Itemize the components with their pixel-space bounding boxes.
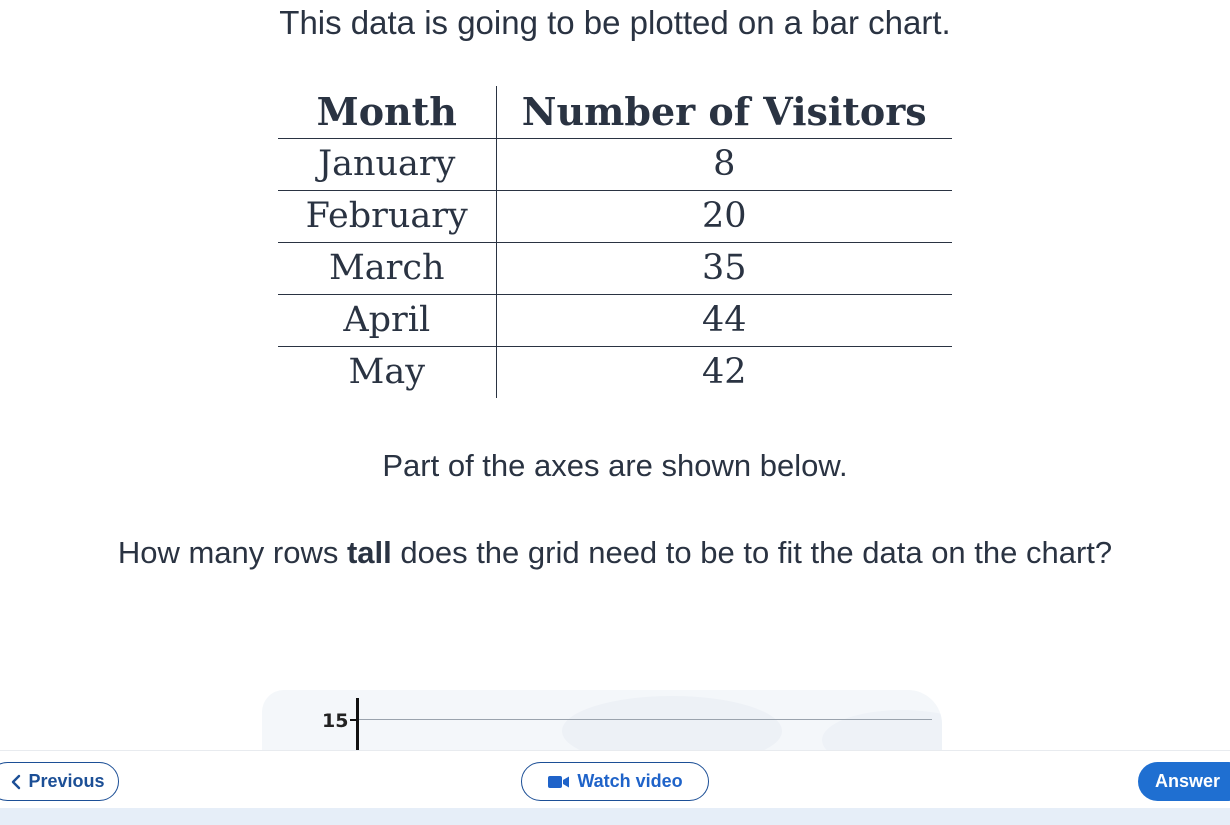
y-axis xyxy=(356,698,359,750)
month-cell: March xyxy=(278,242,497,295)
visitors-cell: 20 xyxy=(496,190,952,243)
table-row: February 20 xyxy=(278,190,952,243)
watch-video-button[interactable]: Watch video xyxy=(521,762,709,801)
video-camera-icon xyxy=(547,775,571,789)
y-axis-tick xyxy=(350,719,357,721)
previous-label: Previous xyxy=(28,771,105,791)
visitors-cell: 44 xyxy=(496,294,952,347)
visitors-cell: 8 xyxy=(496,138,952,191)
month-cell: April xyxy=(278,294,497,347)
table-row: May 42 xyxy=(278,346,952,398)
visitors-cell: 42 xyxy=(701,352,747,393)
axes-instruction: Part of the axes are shown below. xyxy=(382,448,848,483)
previous-button[interactable]: Previous xyxy=(0,762,119,801)
chevron-left-icon xyxy=(10,774,22,790)
visitors-cell: 35 xyxy=(496,242,952,295)
question-text-start: How many rows xyxy=(117,535,347,570)
intro-text: This data is going to be plotted on a ba… xyxy=(279,4,951,41)
gridline xyxy=(358,719,932,720)
background-decoration xyxy=(562,696,782,750)
answer-label: Answer xyxy=(1155,771,1221,791)
month-cell: January xyxy=(278,138,497,191)
watch-video-label: Watch video xyxy=(577,771,683,791)
table-header-row: Month Number of Visitors xyxy=(278,86,952,139)
footer-bar: Previous Watch video Answer xyxy=(0,750,1230,808)
background-decoration xyxy=(822,710,942,750)
answer-button[interactable]: Answer xyxy=(1138,762,1230,801)
table-row: March 35 xyxy=(278,242,952,295)
partial-axes-background xyxy=(262,690,942,750)
month-cell: February xyxy=(278,190,497,243)
month-cell: May xyxy=(278,346,497,398)
footer-band xyxy=(0,808,1230,825)
visitors-header: Number of Visitors xyxy=(496,86,952,139)
question-text: How many rows tall does the grid need to… xyxy=(40,531,1190,575)
month-header: Month xyxy=(278,86,497,139)
question-text-end: does the grid need to be to fit the data… xyxy=(391,535,1113,570)
table-row: January 8 xyxy=(278,138,952,191)
table-row: April 44 xyxy=(278,294,952,347)
question-bold-word: tall xyxy=(346,535,392,570)
y-tick-label: 15 xyxy=(322,710,349,732)
visitors-table: Month Number of Visitors January 8 Febru… xyxy=(278,86,952,398)
